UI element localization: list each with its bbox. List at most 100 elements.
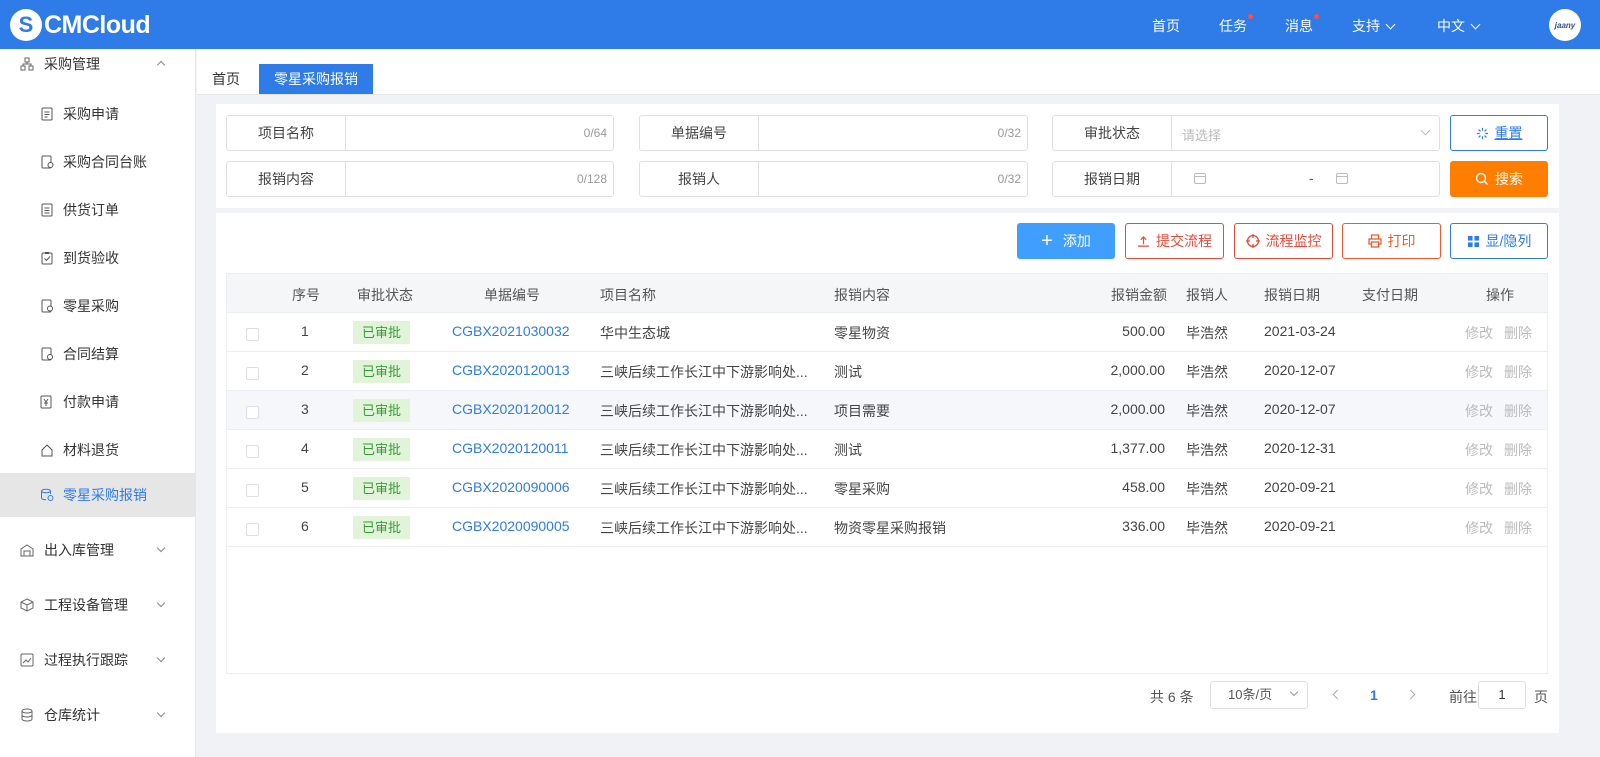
page-size-select[interactable]: 10条/页 <box>1210 681 1308 709</box>
add-button[interactable]: + 添加 <box>1017 223 1115 259</box>
doc-link[interactable]: CGBX2020120013 <box>452 362 570 378</box>
column-header[interactable]: 序号 <box>292 285 320 305</box>
row-checkbox[interactable] <box>246 523 259 536</box>
table-row[interactable]: 4 已审批 CGBX2020120011 三峡后续工作长江中下游影响处... 测… <box>227 430 1547 469</box>
avatar[interactable]: jaany <box>1549 9 1581 41</box>
column-header[interactable]: 项目名称 <box>600 285 656 305</box>
sidebar-item-material-return[interactable]: 材料退货 <box>0 428 196 472</box>
search-button[interactable]: 搜索 <box>1450 161 1548 197</box>
edit-link[interactable]: 修改 <box>1465 518 1493 538</box>
nav-tasks[interactable]: 任务 <box>1219 14 1253 36</box>
column-header[interactable]: 报销内容 <box>834 285 890 305</box>
delete-link[interactable]: 删除 <box>1504 401 1532 421</box>
page-number-current[interactable]: 1 <box>1370 687 1378 717</box>
language-switch[interactable]: 中文 <box>1437 16 1481 36</box>
row-checkbox[interactable] <box>246 367 259 380</box>
doc-link[interactable]: CGBX2021030032 <box>452 323 570 339</box>
cell-no: 3 <box>301 401 309 417</box>
sidebar-item-contract-ledger[interactable]: 采购合同台账 <box>0 140 196 184</box>
toggle-columns-button[interactable]: 显/隐列 <box>1450 223 1548 259</box>
column-header[interactable]: 操作 <box>1486 285 1514 305</box>
sidebar-item-contract-settlement[interactable]: 合同结算 <box>0 332 196 376</box>
row-checkbox[interactable] <box>246 328 259 341</box>
edit-link[interactable]: 修改 <box>1465 401 1493 421</box>
delete-link[interactable]: 删除 <box>1504 323 1532 343</box>
table-row[interactable]: 6 已审批 CGBX2020090005 三峡后续工作长江中下游影响处... 物… <box>227 508 1547 547</box>
add-label: 添加 <box>1062 233 1091 249</box>
cell-content: 测试 <box>834 442 862 458</box>
delete-link[interactable]: 删除 <box>1504 362 1532 382</box>
table-row[interactable]: 5 已审批 CGBX2020090006 三峡后续工作长江中下游影响处... 零… <box>227 469 1547 508</box>
date-range-field[interactable]: 报销日期 - <box>1052 161 1440 197</box>
reset-button[interactable]: 重置 <box>1450 115 1548 151</box>
column-header[interactable]: 报销日期 <box>1264 285 1320 305</box>
sidebar-item-purchase-request[interactable]: 采购申请 <box>0 92 196 136</box>
nav-support[interactable]: 支持 <box>1352 16 1396 36</box>
content-input[interactable]: 0/128 <box>346 162 613 196</box>
toggle-columns-label: 显/隐列 <box>1485 233 1532 249</box>
edit-link[interactable]: 修改 <box>1465 479 1493 499</box>
edit-link[interactable]: 修改 <box>1465 440 1493 460</box>
sidebar-group-purchase[interactable]: 采购管理 <box>0 49 196 79</box>
sidebar-item-label: 材料退货 <box>63 442 119 458</box>
next-page-icon[interactable] <box>1405 689 1416 700</box>
doc-link[interactable]: CGBX2020090005 <box>452 518 570 534</box>
row-checkbox[interactable] <box>246 484 259 497</box>
person-input[interactable]: 0/32 <box>759 162 1027 196</box>
date-range-input[interactable]: - <box>1172 162 1439 196</box>
doc-link[interactable]: CGBX2020120011 <box>452 440 569 456</box>
delete-link[interactable]: 删除 <box>1504 479 1532 499</box>
status-select[interactable]: 审批状态 请选择 <box>1052 115 1440 151</box>
content-field[interactable]: 报销内容 0/128 <box>226 161 614 197</box>
doc-link[interactable]: CGBX2020090006 <box>452 479 570 495</box>
table-row[interactable]: 3 已审批 CGBX2020120012 三峡后续工作长江中下游影响处... 项… <box>227 391 1547 430</box>
column-header[interactable]: 支付日期 <box>1362 285 1418 305</box>
goto-prefix: 前往 <box>1449 689 1477 705</box>
cell-project: 三峡后续工作长江中下游影响处... <box>600 481 808 497</box>
sidebar-group-stats[interactable]: 仓库统计 <box>0 700 196 730</box>
sidebar-item-label: 供货订单 <box>63 202 119 218</box>
sidebar-group-warehouse-io[interactable]: 出入库管理 <box>0 535 196 565</box>
logo[interactable]: S CMCloud <box>10 8 151 42</box>
sidebar-item-payment-request[interactable]: 付款申请 <box>0 380 196 424</box>
tab-sporadic-reimbursement[interactable]: 零星采购报销 <box>259 64 373 94</box>
cell-person: 毕浩然 <box>1186 442 1228 458</box>
cell-person: 毕浩然 <box>1186 520 1228 536</box>
table-row[interactable]: 2 已审批 CGBX2020120013 三峡后续工作长江中下游影响处... 测… <box>227 352 1547 391</box>
print-button[interactable]: 打印 <box>1342 223 1441 259</box>
column-header[interactable]: 单据编号 <box>484 285 540 305</box>
project-name-field[interactable]: 项目名称 0/64 <box>226 115 614 151</box>
delete-link[interactable]: 删除 <box>1504 440 1532 460</box>
table-row[interactable]: 1 已审批 CGBX2021030032 华中生态城 零星物资 500.00 毕… <box>227 313 1547 352</box>
tab-home[interactable]: 首页 <box>197 64 255 94</box>
warehouse-icon <box>20 544 34 557</box>
column-header[interactable]: 审批状态 <box>357 285 413 305</box>
sidebar-item-arrival-check[interactable]: 到货验收 <box>0 236 196 280</box>
row-checkbox[interactable] <box>246 406 259 419</box>
doc-no-input[interactable]: 0/32 <box>759 116 1027 150</box>
nav-messages[interactable]: 消息 <box>1285 14 1319 36</box>
person-field[interactable]: 报销人 0/32 <box>639 161 1028 197</box>
prev-page-icon[interactable] <box>1332 689 1343 700</box>
project-name-input[interactable]: 0/64 <box>346 116 613 150</box>
cell-no: 6 <box>301 518 309 534</box>
column-header[interactable]: 报销金额 <box>1111 285 1167 305</box>
flow-monitor-button[interactable]: 流程监控 <box>1234 223 1333 259</box>
edit-link[interactable]: 修改 <box>1465 323 1493 343</box>
column-header[interactable]: 报销人 <box>1186 285 1228 305</box>
sidebar-item-sporadic-purchase[interactable]: 零星采购 <box>0 284 196 328</box>
nav-home[interactable]: 首页 <box>1152 16 1180 36</box>
delete-link[interactable]: 删除 <box>1504 518 1532 538</box>
cell-person: 毕浩然 <box>1186 403 1228 419</box>
sidebar-group-equipment[interactable]: 工程设备管理 <box>0 590 196 620</box>
doc-no-field[interactable]: 单据编号 0/32 <box>639 115 1028 151</box>
status-select-input[interactable]: 请选择 <box>1172 116 1439 150</box>
goto-page-input[interactable]: 1 <box>1478 681 1526 709</box>
submit-flow-button[interactable]: 提交流程 <box>1125 223 1224 259</box>
sidebar-item-sporadic-reimbursement[interactable]: 零星采购报销 <box>0 473 196 517</box>
sidebar-group-tracking[interactable]: 过程执行跟踪 <box>0 645 196 675</box>
doc-link[interactable]: CGBX2020120012 <box>452 401 570 417</box>
row-checkbox[interactable] <box>246 445 259 458</box>
sidebar-item-supply-order[interactable]: 供货订单 <box>0 188 196 232</box>
edit-link[interactable]: 修改 <box>1465 362 1493 382</box>
